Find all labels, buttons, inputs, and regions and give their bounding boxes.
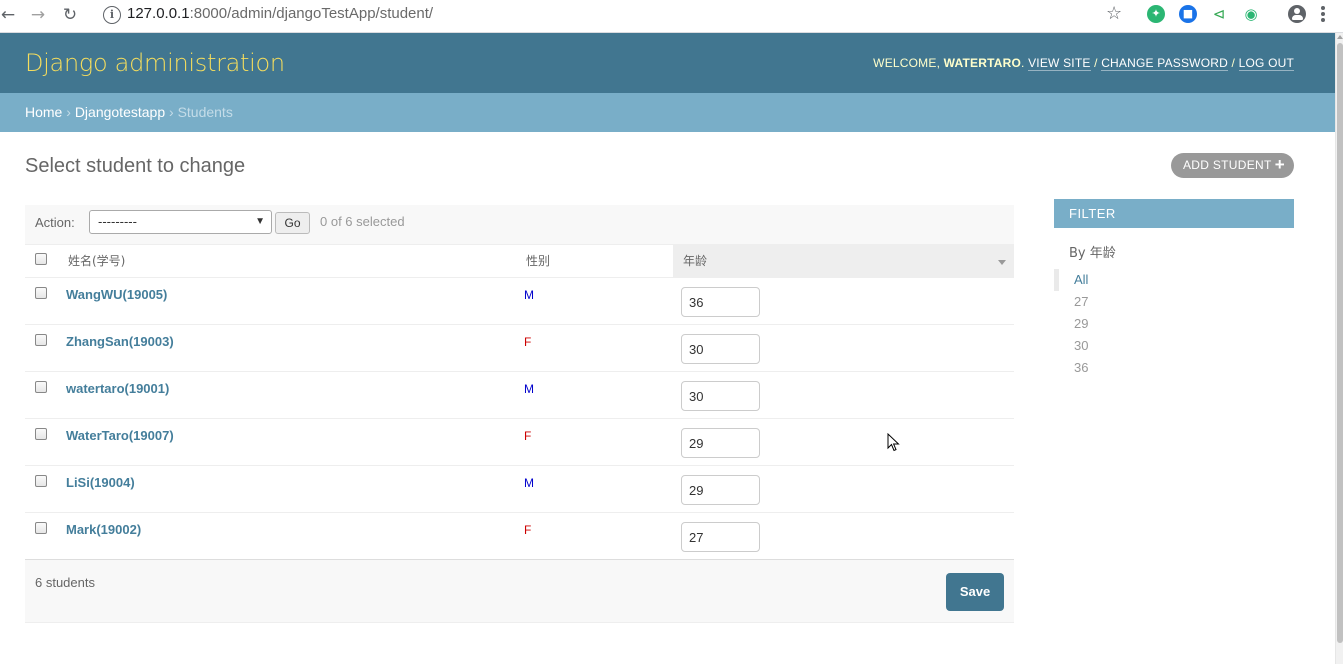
student-name-link[interactable]: watertaro(19001) [66, 381, 169, 396]
table-row: Mark(19002) F [25, 513, 1014, 560]
add-student-button[interactable]: ADD STUDENT + [1171, 153, 1294, 178]
table-row: WaterTaro(19007) F [25, 419, 1014, 466]
table-row: watertaro(19001) M [25, 372, 1014, 419]
action-select[interactable]: --------- ▼ [89, 210, 272, 234]
gender-value: M [524, 476, 534, 490]
url-host: 127.0.0.1 [127, 5, 190, 22]
user-tools: WELCOME, WATERTARO. VIEW SITE / CHANGE P… [873, 56, 1294, 71]
gender-value: F [524, 335, 532, 349]
age-input[interactable] [681, 381, 760, 411]
student-name-link[interactable]: Mark(19002) [66, 522, 141, 537]
breadcrumb-current: Students [177, 104, 233, 120]
sorted-column-bg [673, 245, 1014, 278]
browser-toolbar: ← → ↻ i 127.0.0.1:8000/admin/djangoTestA… [0, 0, 1343, 33]
result-list: 姓名(学号) 性别 年龄 WangWU(19005) M ZhangSan(19… [25, 244, 1014, 560]
mouse-cursor-icon [887, 433, 900, 452]
filter-option-36[interactable]: 36 [1054, 357, 1088, 379]
breadcrumb-app[interactable]: Djangotestapp [75, 104, 165, 120]
row-checkbox[interactable] [35, 334, 47, 346]
changelist-filter: FILTER By 年龄 All 27 29 30 36 [1054, 199, 1294, 379]
welcome-text: WELCOME, [873, 56, 944, 70]
filter-option-30[interactable]: 30 [1054, 335, 1088, 357]
username: WATERTARO [943, 56, 1022, 70]
add-student-label: ADD STUDENT [1183, 158, 1272, 172]
dropdown-caret-icon: ▼ [255, 216, 265, 227]
row-checkbox[interactable] [35, 287, 47, 299]
extension-icon-1[interactable]: ✦ [1147, 5, 1165, 23]
row-checkbox[interactable] [35, 475, 47, 487]
eye-extension-icon[interactable]: ◉ [1242, 5, 1260, 23]
sort-arrow-icon[interactable] [998, 260, 1006, 265]
share-icon[interactable]: ⊲ [1210, 5, 1228, 23]
view-site-link[interactable]: VIEW SITE [1028, 56, 1091, 71]
age-input[interactable] [681, 522, 760, 552]
change-password-link[interactable]: CHANGE PASSWORD [1101, 56, 1228, 71]
action-selected-option: --------- [98, 214, 137, 229]
row-checkbox[interactable] [35, 381, 47, 393]
site-branding[interactable]: Django administration [25, 48, 285, 78]
action-label: Action: [35, 215, 75, 230]
filter-option-29[interactable]: 29 [1054, 313, 1088, 335]
admin-header: Django administration WELCOME, WATERTARO… [0, 33, 1335, 93]
table-row: WangWU(19005) M [25, 278, 1014, 325]
action-counter: 0 of 6 selected [320, 214, 405, 229]
age-input[interactable] [681, 428, 760, 458]
student-name-link[interactable]: ZhangSan(19003) [66, 334, 174, 349]
filter-option-all[interactable]: All [1054, 269, 1088, 291]
bookmark-star-icon[interactable]: ☆ [1106, 3, 1122, 25]
actions-bar: Action: --------- ▼ Go 0 of 6 selected [25, 205, 1014, 244]
table-row: ZhangSan(19003) F [25, 325, 1014, 372]
gender-value: F [524, 523, 532, 537]
filter-title: FILTER [1054, 199, 1294, 228]
account-icon[interactable] [1288, 5, 1306, 23]
select-all-checkbox[interactable] [35, 253, 47, 265]
paginator-count: 6 students [35, 575, 95, 590]
gender-value: M [524, 288, 534, 302]
student-name-link[interactable]: WangWU(19005) [66, 287, 167, 302]
extension-icon-2[interactable]: ■ [1179, 5, 1197, 23]
url-path: :8000/admin/djangoTestApp/student/ [189, 5, 434, 22]
filter-by-label: By 年龄 [1069, 246, 1116, 261]
row-checkbox[interactable] [35, 522, 47, 534]
forward-icon[interactable]: → [26, 4, 50, 26]
student-name-link[interactable]: WaterTaro(19007) [66, 428, 174, 443]
column-header-gender[interactable]: 性别 [526, 245, 550, 278]
filter-options: All 27 29 30 36 [1054, 269, 1088, 379]
table-row: LiSi(19004) M [25, 466, 1014, 513]
address-bar[interactable]: 127.0.0.1:8000/admin/djangoTestApp/stude… [127, 5, 433, 23]
site-info-icon[interactable]: i [103, 6, 121, 24]
row-checkbox[interactable] [35, 428, 47, 440]
breadcrumb-home[interactable]: Home [25, 104, 62, 120]
column-header-age[interactable]: 年龄 [683, 245, 707, 278]
log-out-link[interactable]: LOG OUT [1238, 56, 1294, 71]
column-header-name[interactable]: 姓名(学号) [68, 245, 125, 278]
gender-value: F [524, 429, 532, 443]
reload-icon[interactable]: ↻ [58, 4, 82, 26]
gender-value: M [524, 382, 534, 396]
list-footer: 6 students Save [25, 560, 1014, 623]
breadcrumb: Home › Djangotestapp › Students [0, 93, 1335, 132]
go-button[interactable]: Go [275, 212, 310, 234]
page-title: Select student to change [25, 155, 246, 177]
plus-icon: + [1274, 155, 1285, 174]
table-header: 姓名(学号) 性别 年龄 [25, 244, 1014, 278]
chrome-menu-icon[interactable] [1321, 6, 1325, 22]
age-input[interactable] [681, 287, 760, 317]
filter-option-27[interactable]: 27 [1054, 291, 1088, 313]
scroll-up-arrow-icon[interactable] [1337, 35, 1343, 39]
scrollbar-thumb[interactable] [1337, 43, 1343, 643]
save-button[interactable]: Save [946, 573, 1004, 611]
back-icon[interactable]: ← [0, 4, 20, 26]
student-name-link[interactable]: LiSi(19004) [66, 475, 135, 490]
age-input[interactable] [681, 475, 760, 505]
vertical-scrollbar[interactable] [1335, 33, 1343, 664]
age-input[interactable] [681, 334, 760, 364]
